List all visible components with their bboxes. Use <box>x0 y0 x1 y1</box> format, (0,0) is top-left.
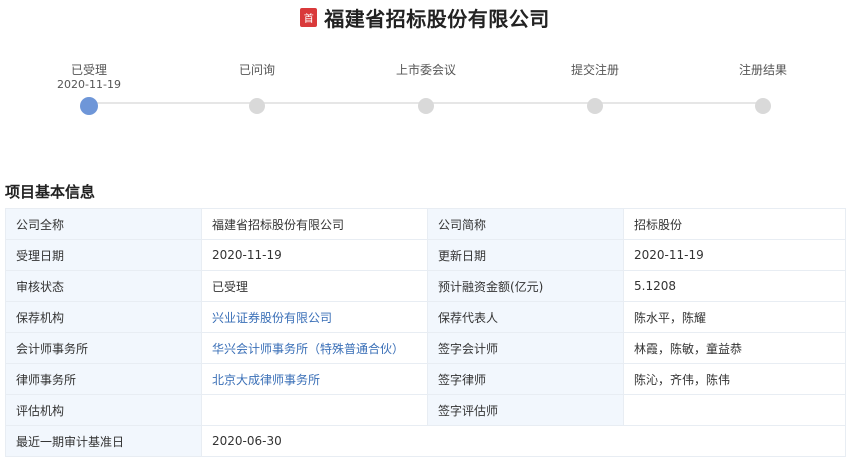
law-firm-label: 律师事务所 <box>5 363 202 395</box>
sponsor-label: 保荐机构 <box>5 301 202 333</box>
accounting-firm-cell: 华兴会计师事务所（特殊普通合伙） <box>201 332 428 364</box>
accountant-value: 林霞，陈敏，童益恭 <box>623 332 846 364</box>
sponsor-rep-label: 保荐代表人 <box>427 301 624 333</box>
short-name-value: 招标股份 <box>623 208 846 240</box>
table-row: 评估机构 签字评估师 <box>5 394 846 426</box>
table-row: 会计师事务所 华兴会计师事务所（特殊普通合伙） 签字会计师 林霞，陈敏，童益恭 <box>5 332 846 364</box>
timeline-step-accepted[interactable]: 已受理 2020-11-19 <box>29 62 149 115</box>
board-badge-icon: 首 <box>300 7 318 27</box>
sponsor-link[interactable]: 兴业证券股份有限公司 <box>212 311 332 325</box>
accept-date-value: 2020-11-19 <box>201 239 428 271</box>
timeline-dot <box>755 98 771 114</box>
status-label: 审核状态 <box>5 270 202 302</box>
full-name-value: 福建省招标股份有限公司 <box>201 208 428 240</box>
lawyer-label: 签字律师 <box>427 363 624 395</box>
timeline-step-date <box>535 78 655 92</box>
company-title: 福建省招标股份有限公司 <box>324 6 550 31</box>
review-progress-timeline: 已受理 2020-11-19 已问询 上市委会议 提交注册 注册结果 <box>0 58 850 118</box>
amount-value: 5.1208 <box>623 270 846 302</box>
timeline-step-label: 注册结果 <box>738 63 787 77</box>
audit-date-value: 2020-06-30 <box>201 425 846 457</box>
status-value: 已受理 <box>201 270 428 302</box>
timeline-dot <box>418 98 434 114</box>
timeline-step-registration-result[interactable]: 注册结果 <box>703 62 823 114</box>
short-name-label: 公司简称 <box>427 208 624 240</box>
update-date-value: 2020-11-19 <box>623 239 846 271</box>
full-name-label: 公司全称 <box>5 208 202 240</box>
timeline-dot <box>249 98 265 114</box>
amount-label: 预计融资金额(亿元) <box>427 270 624 302</box>
valuation-value <box>201 394 428 426</box>
accountant-label: 签字会计师 <box>427 332 624 364</box>
timeline-step-label: 上市委会议 <box>395 63 456 77</box>
accounting-firm-link[interactable]: 华兴会计师事务所（特殊普通合伙） <box>212 342 404 356</box>
sponsor-cell: 兴业证券股份有限公司 <box>201 301 428 333</box>
valuer-value <box>623 394 846 426</box>
timeline-step-submit-registration[interactable]: 提交注册 <box>535 62 655 114</box>
law-firm-cell: 北京大成律师事务所 <box>201 363 428 395</box>
table-row: 保荐机构 兴业证券股份有限公司 保荐代表人 陈水平，陈耀 <box>5 301 846 333</box>
project-info-table: 公司全称 福建省招标股份有限公司 公司简称 招标股份 受理日期 2020-11-… <box>5 208 846 457</box>
valuer-label: 签字评估师 <box>427 394 624 426</box>
timeline-step-label: 已受理 <box>70 63 107 77</box>
timeline-step-listing-committee[interactable]: 上市委会议 <box>366 62 486 114</box>
timeline-step-date <box>197 78 317 92</box>
sponsor-rep-value: 陈水平，陈耀 <box>623 301 846 333</box>
table-row: 公司全称 福建省招标股份有限公司 公司简称 招标股份 <box>5 208 846 240</box>
timeline-step-date: 2020-11-19 <box>57 78 121 91</box>
timeline-step-label: 提交注册 <box>570 63 619 77</box>
law-firm-link[interactable]: 北京大成律师事务所 <box>212 373 320 387</box>
timeline-step-inquired[interactable]: 已问询 <box>197 62 317 114</box>
table-row: 律师事务所 北京大成律师事务所 签字律师 陈沁，齐伟，陈伟 <box>5 363 846 395</box>
accounting-firm-label: 会计师事务所 <box>5 332 202 364</box>
accept-date-label: 受理日期 <box>5 239 202 271</box>
page-header: 首 福建省招标股份有限公司 <box>0 0 850 34</box>
table-row: 最近一期审计基准日 2020-06-30 <box>5 425 846 457</box>
table-row: 审核状态 已受理 预计融资金额(亿元) 5.1208 <box>5 270 846 302</box>
update-date-label: 更新日期 <box>427 239 624 271</box>
valuation-label: 评估机构 <box>5 394 202 426</box>
timeline-dot <box>587 98 603 114</box>
audit-date-label: 最近一期审计基准日 <box>5 425 202 457</box>
lawyer-value: 陈沁，齐伟，陈伟 <box>623 363 846 395</box>
table-row: 受理日期 2020-11-19 更新日期 2020-11-19 <box>5 239 846 271</box>
timeline-step-label: 已问询 <box>238 63 275 77</box>
header-title-group: 首 福建省招标股份有限公司 <box>300 3 550 32</box>
timeline-step-date <box>703 78 823 92</box>
timeline-dot-active <box>80 97 98 115</box>
section-title: 项目基本信息 <box>5 183 96 201</box>
timeline-step-date <box>366 78 486 92</box>
